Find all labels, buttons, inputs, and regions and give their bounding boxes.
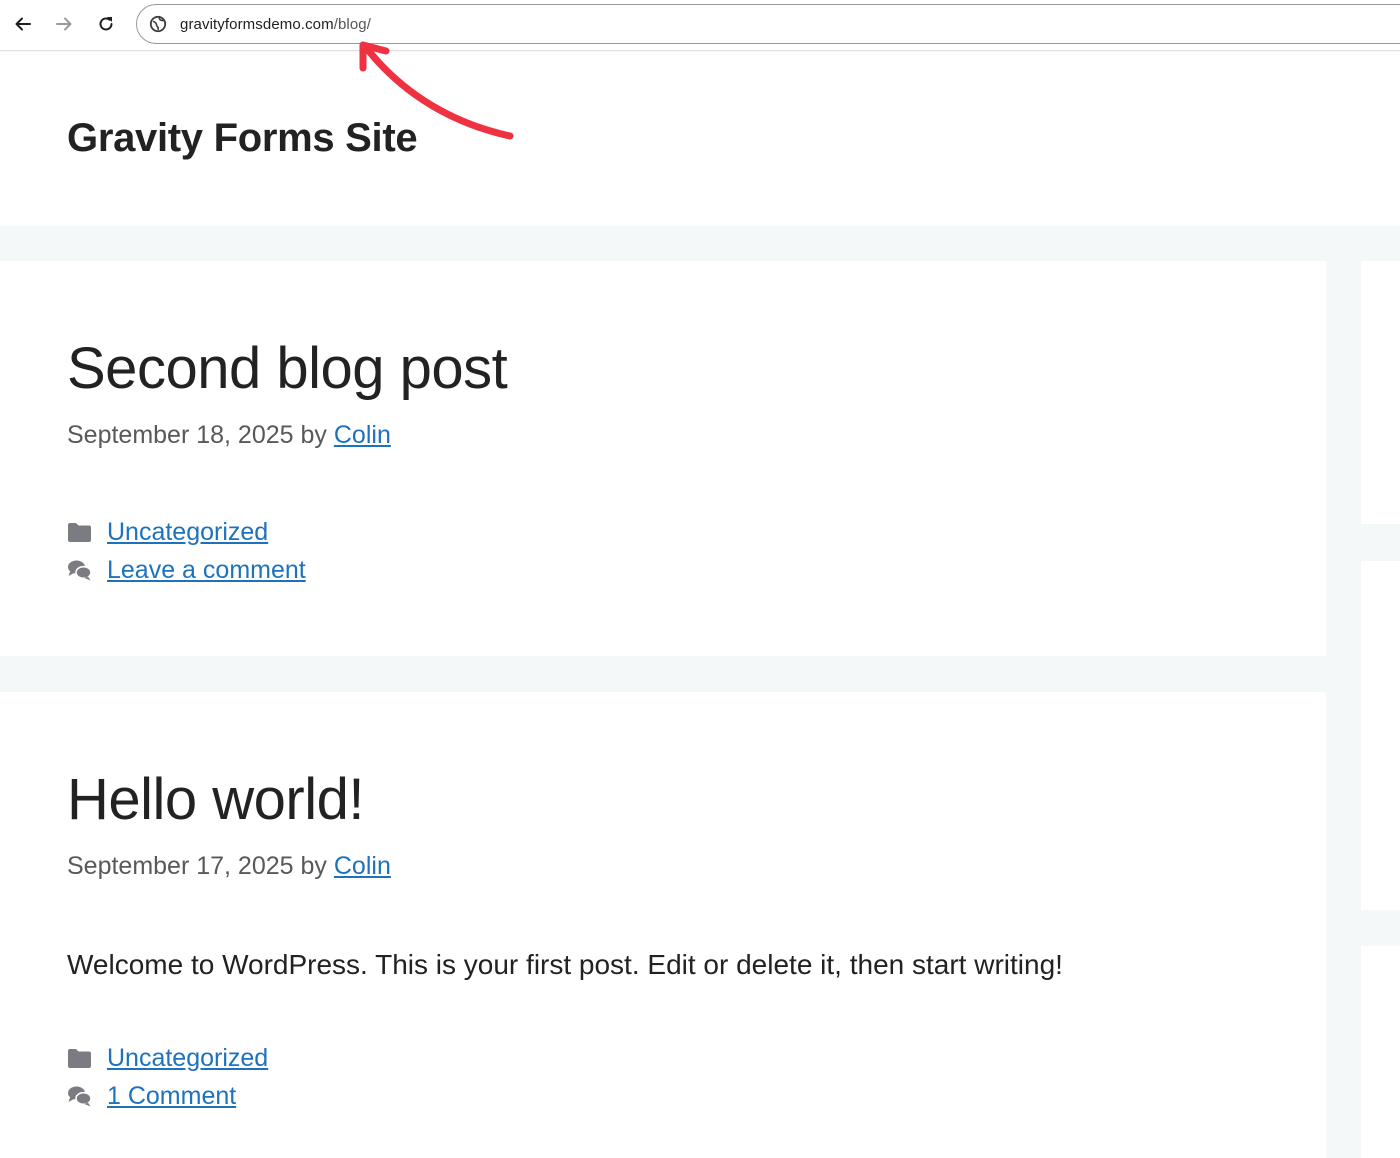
sidebar-widget [1361, 946, 1400, 1158]
category-link[interactable]: Uncategorized [107, 1044, 268, 1073]
post-meta: September 18, 2025 by Colin [67, 421, 391, 450]
post-author-link[interactable]: Colin [334, 852, 391, 880]
site-header: Gravity Forms Site [0, 52, 1400, 226]
post-author-link[interactable]: Colin [334, 421, 391, 449]
post-card: Hello world! September 17, 2025 by Colin… [0, 692, 1326, 1158]
comments-link[interactable]: Leave a comment [107, 556, 306, 585]
url-host: gravityformsdemo.com [180, 15, 334, 33]
post-card: Second blog post September 18, 2025 by C… [0, 261, 1326, 656]
address-bar[interactable]: gravityformsdemo.com/blog/ [136, 4, 1400, 44]
reload-icon [99, 17, 113, 31]
annotation-arrow-icon [359, 41, 514, 140]
post-by: by [300, 852, 327, 880]
post-comments-row: Leave a comment [67, 553, 306, 587]
post-category-row: Uncategorized [67, 515, 268, 549]
browser-toolbar: gravityformsdemo.com/blog/ [0, 0, 1400, 51]
comments-icon [67, 1084, 92, 1109]
sidebar-widget [1361, 261, 1400, 524]
sidebar-widget [1361, 561, 1400, 910]
post-date: September 18, 2025 [67, 421, 294, 449]
post-excerpt: Welcome to WordPress. This is your first… [67, 949, 1063, 980]
url-text: gravityformsdemo.com/blog/ [180, 16, 371, 33]
post-by: by [300, 421, 327, 449]
post-category-row: Uncategorized [67, 1041, 268, 1075]
post-title[interactable]: Second blog post [67, 335, 508, 402]
url-path: /blog/ [333, 15, 372, 33]
post-meta: September 17, 2025 by Colin [67, 852, 391, 881]
comments-link[interactable]: 1 Comment [107, 1082, 236, 1111]
back-button[interactable] [7, 8, 39, 40]
post-date: September 17, 2025 [67, 852, 294, 880]
forward-button[interactable] [48, 8, 80, 40]
post-title[interactable]: Hello world! [67, 766, 365, 833]
folder-icon [67, 1046, 92, 1071]
post-comments-row: 1 Comment [67, 1079, 236, 1113]
category-link[interactable]: Uncategorized [107, 518, 268, 547]
forward-arrow-icon [56, 17, 72, 31]
site-info-icon [149, 15, 167, 33]
comments-icon [67, 558, 92, 583]
reload-button[interactable] [90, 8, 122, 40]
back-arrow-icon [15, 17, 31, 31]
site-info-button[interactable] [148, 14, 168, 34]
folder-icon [67, 520, 92, 545]
